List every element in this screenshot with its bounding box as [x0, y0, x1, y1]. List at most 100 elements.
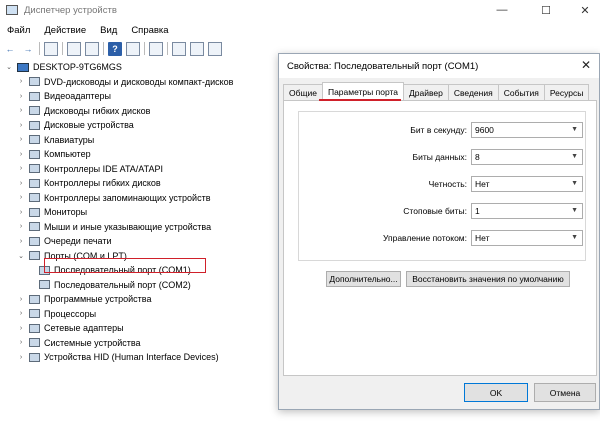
ok-button[interactable]: OK	[464, 383, 528, 402]
expand-icon[interactable]: ›	[16, 296, 26, 303]
expand-icon[interactable]: ›	[16, 325, 26, 332]
data-bits-select[interactable]: 8 ▼	[471, 149, 583, 165]
properties-icon[interactable]	[67, 41, 81, 56]
tree-item[interactable]: › Мониторы	[0, 205, 300, 220]
tab-events[interactable]: События	[497, 84, 545, 100]
tree-item[interactable]: › Видеоадаптеры	[0, 89, 300, 104]
tree-item-com2[interactable]: Последовательный порт (COM2)	[0, 278, 300, 293]
expand-icon[interactable]: ›	[16, 354, 26, 361]
floppy-controller-icon	[29, 178, 40, 188]
disable-device-icon[interactable]	[190, 41, 204, 56]
minimize-button[interactable]: —	[482, 0, 522, 20]
maximize-button[interactable]: ☐	[526, 0, 566, 20]
menu-action[interactable]: Действие	[37, 25, 93, 36]
tree-item[interactable]: › Контроллеры IDE ATA/ATAPI	[0, 162, 300, 177]
tree-item[interactable]: › Контроллеры запоминающих устройств	[0, 191, 300, 206]
close-button[interactable]: ✕	[565, 0, 600, 20]
tab-details[interactable]: Сведения	[447, 84, 499, 100]
tree-item-label: Клавиатуры	[44, 134, 95, 145]
parity-select[interactable]: Нет ▼	[471, 176, 583, 192]
stop-bits-select[interactable]: 1 ▼	[471, 203, 583, 219]
list-icon[interactable]	[85, 41, 99, 56]
expand-icon[interactable]: ›	[16, 107, 26, 114]
dialog-close-icon[interactable]: ✕	[581, 58, 591, 72]
forward-icon[interactable]: →	[21, 42, 35, 56]
tree-item[interactable]: › Программные устройства	[0, 292, 300, 307]
device-tree: ⌄ DESKTOP-9TG6MGS › DVD-дисководы и диско…	[0, 60, 300, 365]
baud-rate-select[interactable]: 9600 ▼	[471, 122, 583, 138]
tree-item[interactable]: › Клавиатуры	[0, 133, 300, 148]
tree-item-label: Последовательный порт (COM2)	[54, 279, 191, 290]
tree-item[interactable]: › Контроллеры гибких дисков	[0, 176, 300, 191]
expand-icon[interactable]: ›	[16, 339, 26, 346]
baud-rate-label: Бит в секунду:	[410, 125, 467, 135]
console-tree-icon[interactable]	[44, 41, 58, 56]
port-connector-icon	[39, 280, 50, 290]
menu-file[interactable]: Файл	[0, 25, 37, 36]
tree-item[interactable]: › Сетевые адаптеры	[0, 321, 300, 336]
tree-item[interactable]: › Дисководы гибких дисков	[0, 104, 300, 119]
uninstall-device-icon[interactable]	[208, 41, 222, 56]
collapse-icon[interactable]: ⌄	[4, 63, 14, 71]
chevron-down-icon: ▼	[571, 126, 578, 133]
chevron-down-icon: ▼	[571, 234, 578, 241]
flow-control-select[interactable]: Нет ▼	[471, 230, 583, 246]
toolbar-separator	[144, 42, 145, 55]
expand-icon[interactable]: ›	[16, 122, 26, 129]
tree-item-label: Сетевые адаптеры	[44, 323, 124, 334]
view-icon[interactable]	[126, 41, 140, 56]
cancel-button[interactable]: Отмена	[534, 383, 596, 402]
tree-item[interactable]: › DVD-дисководы и дисководы компакт-диско…	[0, 75, 300, 90]
tab-driver[interactable]: Драйвер	[403, 84, 449, 100]
tab-port-settings[interactable]: Параметры порта	[321, 82, 405, 100]
expand-icon[interactable]: ›	[16, 151, 26, 158]
setting-row: Стоповые биты: 1 ▼	[299, 203, 587, 219]
setting-row: Бит в секунду: 9600 ▼	[299, 122, 587, 138]
update-driver-icon[interactable]	[172, 41, 186, 56]
tree-item[interactable]: › Устройства HID (Human Interface Devices…	[0, 350, 300, 365]
chevron-down-icon: ▼	[571, 207, 578, 214]
advanced-button[interactable]: Дополнительно...	[326, 271, 401, 287]
tree-root[interactable]: ⌄ DESKTOP-9TG6MGS	[0, 60, 300, 75]
tree-item-label: Очереди печати	[44, 236, 112, 247]
expand-icon[interactable]: ›	[16, 238, 26, 245]
tree-item[interactable]: › Очереди печати	[0, 234, 300, 249]
expand-icon[interactable]: ›	[16, 194, 26, 201]
menu-view[interactable]: Вид	[93, 25, 124, 36]
com1-highlight	[44, 258, 206, 273]
tree-item-label: Видеоадаптеры	[44, 91, 111, 102]
expand-icon[interactable]: ›	[16, 165, 26, 172]
tree-item[interactable]: › Компьютер	[0, 147, 300, 162]
expand-icon[interactable]: ›	[16, 223, 26, 230]
expand-icon[interactable]: ›	[16, 180, 26, 187]
tree-item-label: Контроллеры IDE ATA/ATAPI	[44, 163, 163, 174]
collapse-icon[interactable]: ⌄	[16, 252, 26, 260]
help-icon[interactable]: ?	[108, 41, 122, 56]
chevron-down-icon: ▼	[571, 153, 578, 160]
toolbar-separator	[39, 42, 40, 55]
tree-item-label: Устройства HID (Human Interface Devices)	[44, 352, 219, 363]
tree-item[interactable]: › Дисковые устройства	[0, 118, 300, 133]
tab-resources[interactable]: Ресурсы	[543, 84, 590, 100]
expand-icon[interactable]: ›	[16, 136, 26, 143]
window-title: Диспетчер устройств	[24, 4, 117, 16]
monitor-icon	[29, 207, 40, 217]
tab-general[interactable]: Общие	[283, 84, 323, 100]
stop-bits-value: 1	[475, 206, 480, 216]
menu-help[interactable]: Справка	[124, 25, 175, 36]
expand-icon[interactable]: ›	[16, 78, 26, 85]
scan-hardware-icon[interactable]	[149, 41, 163, 56]
ide-controller-icon	[29, 164, 40, 174]
flow-control-label: Управление потоком:	[382, 233, 467, 243]
restore-defaults-button[interactable]: Восстановить значения по умолчанию	[406, 271, 570, 287]
back-icon[interactable]: ←	[3, 42, 17, 56]
tree-item[interactable]: › Процессоры	[0, 307, 300, 322]
tree-item-label: Контроллеры запоминающих устройств	[44, 192, 211, 203]
expand-icon[interactable]: ›	[16, 310, 26, 317]
expand-icon[interactable]: ›	[16, 93, 26, 100]
print-queue-icon	[29, 236, 40, 246]
tree-item[interactable]: › Мыши и иные указывающие устройства	[0, 220, 300, 235]
tree-item-label: DVD-дисководы и дисководы компакт-дисков	[44, 76, 234, 87]
tree-item[interactable]: › Системные устройства	[0, 336, 300, 351]
expand-icon[interactable]: ›	[16, 209, 26, 216]
